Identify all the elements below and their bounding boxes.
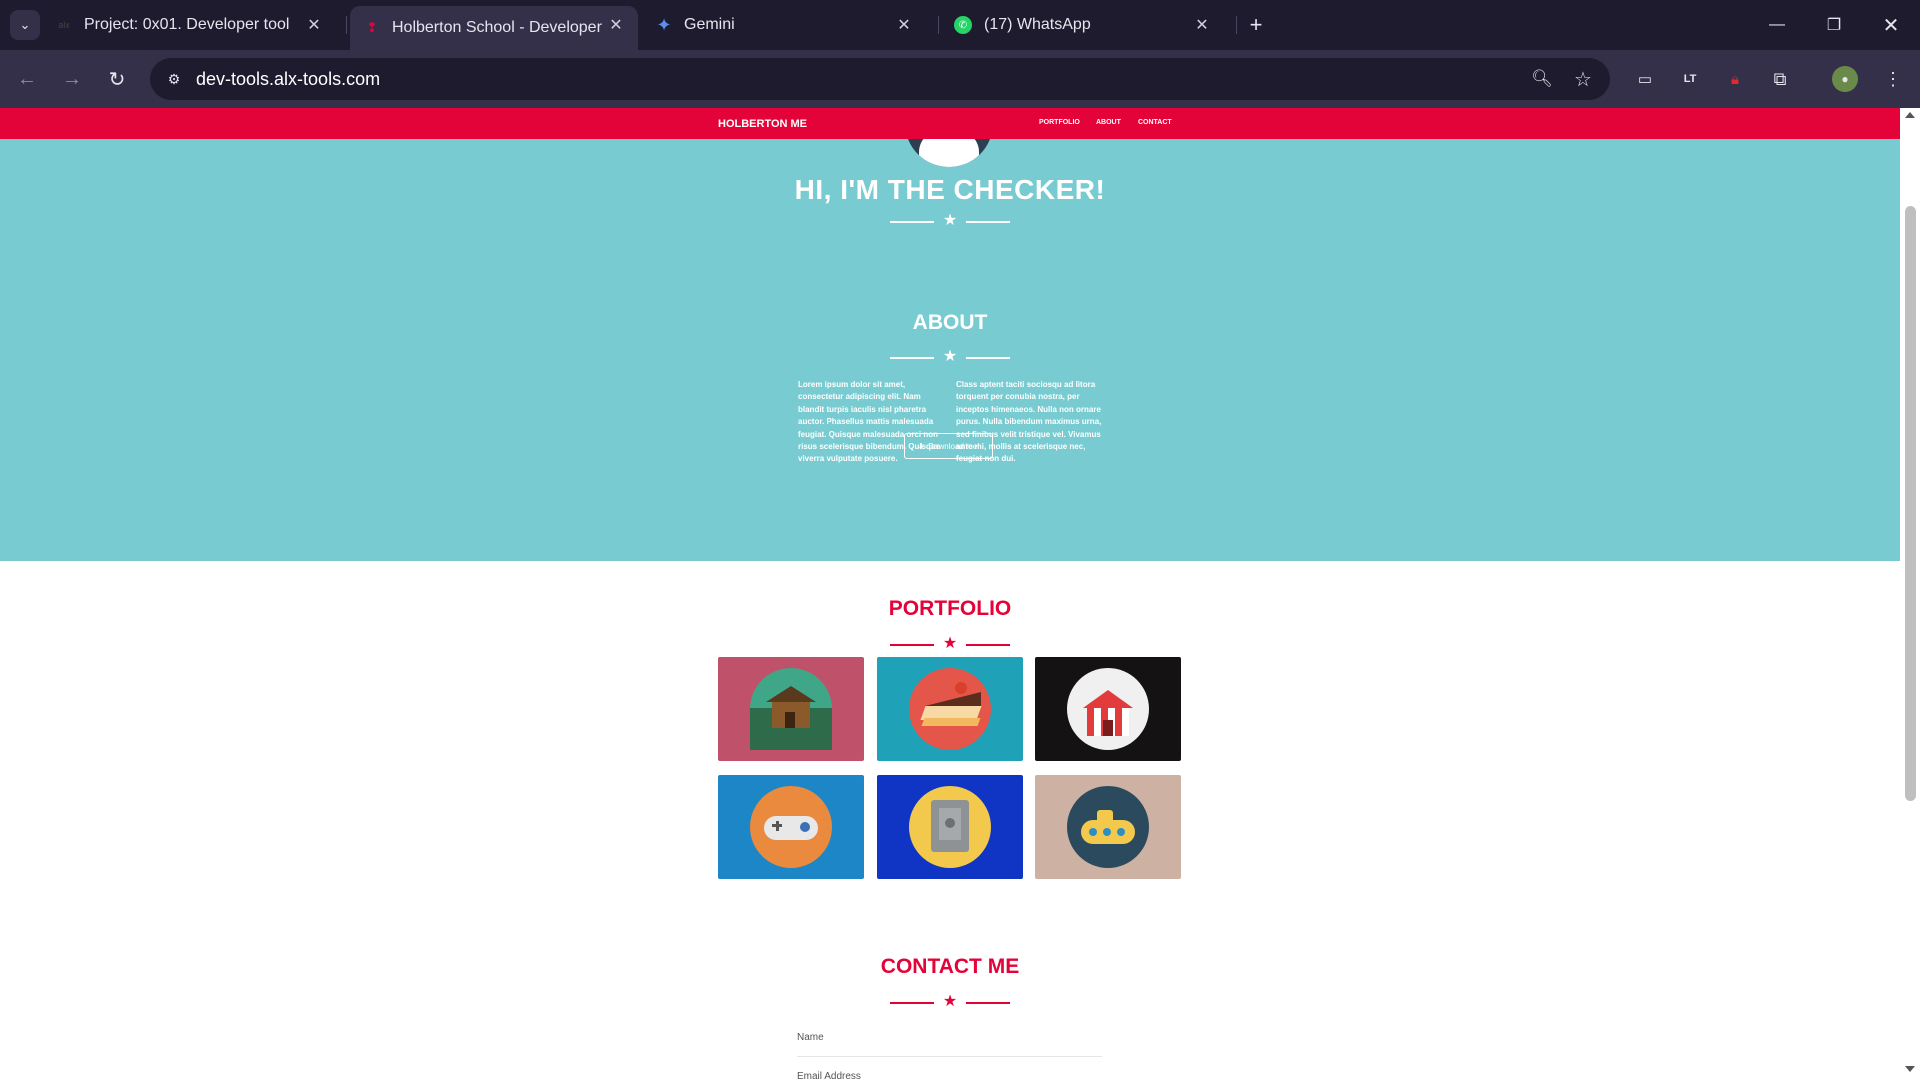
- portfolio-item-safe[interactable]: [877, 775, 1023, 879]
- lock-icon: 🔒︎: [1731, 70, 1739, 88]
- portfolio-item-circus[interactable]: [1035, 657, 1181, 761]
- avatar-icon: ●: [1841, 72, 1849, 86]
- cabin-icon: [750, 668, 832, 750]
- download-button-label: Download me!: [928, 441, 980, 451]
- puzzle-icon: ⧉: [1773, 68, 1787, 89]
- star-icon: ★: [942, 635, 958, 652]
- circus-tent-icon: [1067, 668, 1149, 750]
- close-tab-icon[interactable]: ✕: [1192, 15, 1212, 35]
- download-icon: ⬇: [917, 441, 925, 451]
- about-title: ABOUT: [912, 311, 988, 334]
- scroll-down-arrow-icon[interactable]: [1905, 1066, 1915, 1072]
- tab-search-button[interactable]: ⌄: [10, 10, 40, 40]
- tab-gemini[interactable]: ✦ Gemini ✕: [656, 6, 926, 44]
- page-scrollbar[interactable]: [1900, 108, 1920, 1080]
- extension-lt-button[interactable]: LT: [1677, 66, 1703, 92]
- more-vertical-icon: ⋮: [1884, 68, 1902, 89]
- portfolio-item-cake[interactable]: [877, 657, 1023, 761]
- star-icon: ★: [942, 348, 958, 365]
- site-brand-link[interactable]: HOLBERTON ME: [718, 118, 807, 130]
- safe-icon: [909, 786, 991, 868]
- address-bar[interactable]: ⚙ dev-tools.alx-tools.com 🔍︎ ☆: [150, 58, 1610, 100]
- browser-tab-bar: ⌄ alx Project: 0x01. Developer tools | ✕…: [0, 0, 1920, 50]
- plus-icon: +: [1249, 12, 1263, 37]
- profile-avatar[interactable]: ●: [1832, 66, 1858, 92]
- portfolio-divider: ★: [890, 635, 1010, 653]
- browser-toolbar: ← → ↻ ⚙ dev-tools.alx-tools.com 🔍︎ ☆ ▭ L…: [0, 50, 1920, 108]
- site-navbar: HOLBERTON ME PORTFOLIO ABOUT CONTACT: [0, 108, 1900, 139]
- submarine-icon: [1067, 786, 1149, 868]
- url-text[interactable]: dev-tools.alx-tools.com: [196, 69, 380, 90]
- arrow-right-icon: →: [62, 67, 82, 90]
- portfolio-item-submarine[interactable]: [1035, 775, 1181, 879]
- bookmark-button[interactable]: ☆: [1571, 67, 1595, 91]
- zoom-button[interactable]: 🔍︎: [1530, 67, 1554, 91]
- scrollbar-thumb[interactable]: [1905, 206, 1916, 801]
- alx-icon: alx: [58, 20, 70, 30]
- close-tab-icon[interactable]: ✕: [894, 15, 914, 35]
- star-outline-icon: ☆: [1574, 68, 1592, 91]
- star-icon: ★: [942, 212, 958, 229]
- restore-icon: ❐: [1826, 17, 1842, 34]
- hero-title: HI, I'M THE CHECKER!: [794, 174, 1106, 205]
- tab-holberton-school[interactable]: ❢ Holberton School - Developer t ✕: [350, 6, 638, 50]
- browser-menu-button[interactable]: ⋮: [1880, 66, 1906, 92]
- tab-whatsapp[interactable]: ✆ (17) WhatsApp ✕: [954, 6, 1224, 44]
- new-tab-button[interactable]: +: [1243, 12, 1269, 38]
- page-viewport: HI, I'M THE CHECKER! ★ ABOUT ★ Lorem ips…: [0, 108, 1900, 1080]
- contact-title: CONTACT ME: [880, 955, 1020, 978]
- about-divider: ★: [890, 348, 1010, 366]
- contact-divider: ★: [890, 993, 1010, 1011]
- name-field[interactable]: [797, 1056, 1102, 1057]
- game-controller-icon: [750, 786, 832, 868]
- holberton-icon: ❢: [366, 20, 378, 35]
- nav-about-link[interactable]: ABOUT: [1096, 119, 1121, 126]
- whatsapp-icon: ✆: [954, 16, 972, 34]
- close-tab-icon[interactable]: ✕: [606, 15, 626, 35]
- languagetool-icon: LT: [1683, 73, 1697, 85]
- masthead: HI, I'M THE CHECKER! ★ ABOUT ★ Lorem ips…: [0, 108, 1900, 561]
- portfolio-item-cabin[interactable]: [718, 657, 864, 761]
- cake-icon: [909, 668, 991, 750]
- side-panel-button[interactable]: ▭: [1632, 66, 1658, 92]
- extension-lock-button[interactable]: 🔒︎: [1722, 66, 1748, 92]
- email-field-label: Email Address: [797, 1071, 861, 1080]
- site-info-button[interactable]: ⚙: [160, 65, 188, 93]
- star-icon: ★: [942, 993, 958, 1010]
- back-button[interactable]: ←: [12, 64, 42, 94]
- portfolio-item-game[interactable]: [718, 775, 864, 879]
- zoom-icon: 🔍︎: [1531, 69, 1553, 88]
- restore-button[interactable]: ❐: [1814, 10, 1854, 40]
- portfolio-title: PORTFOLIO: [888, 597, 1012, 620]
- nav-portfolio-link[interactable]: PORTFOLIO: [1039, 119, 1080, 126]
- minimize-button[interactable]: —: [1757, 10, 1797, 40]
- tab-project-developer-tools[interactable]: alx Project: 0x01. Developer tools | ✕: [56, 6, 336, 44]
- close-window-button[interactable]: ✕: [1871, 10, 1911, 40]
- tab-separator: [1236, 16, 1237, 34]
- reload-button[interactable]: ↻: [102, 64, 132, 94]
- minimize-icon: —: [1769, 16, 1785, 33]
- forward-button[interactable]: →: [57, 64, 87, 94]
- nav-contact-link[interactable]: CONTACT: [1138, 119, 1172, 126]
- extensions-button[interactable]: ⧉: [1767, 66, 1793, 92]
- download-button[interactable]: ⬇ Download me!: [904, 433, 993, 459]
- scroll-up-arrow-icon[interactable]: [1905, 112, 1915, 118]
- hero-divider: ★: [890, 212, 1010, 230]
- tune-icon: ⚙: [167, 70, 181, 87]
- tab-separator: [346, 16, 347, 34]
- name-field-label: Name: [797, 1032, 824, 1043]
- gemini-icon: ✦: [656, 14, 672, 35]
- arrow-left-icon: ←: [17, 67, 37, 90]
- side-panel-icon: ▭: [1637, 71, 1653, 88]
- tab-separator: [938, 16, 939, 34]
- close-icon: ✕: [1882, 14, 1900, 37]
- chevron-down-icon: ⌄: [19, 17, 31, 32]
- reload-icon: ↻: [108, 68, 126, 91]
- close-tab-icon[interactable]: ✕: [304, 15, 324, 35]
